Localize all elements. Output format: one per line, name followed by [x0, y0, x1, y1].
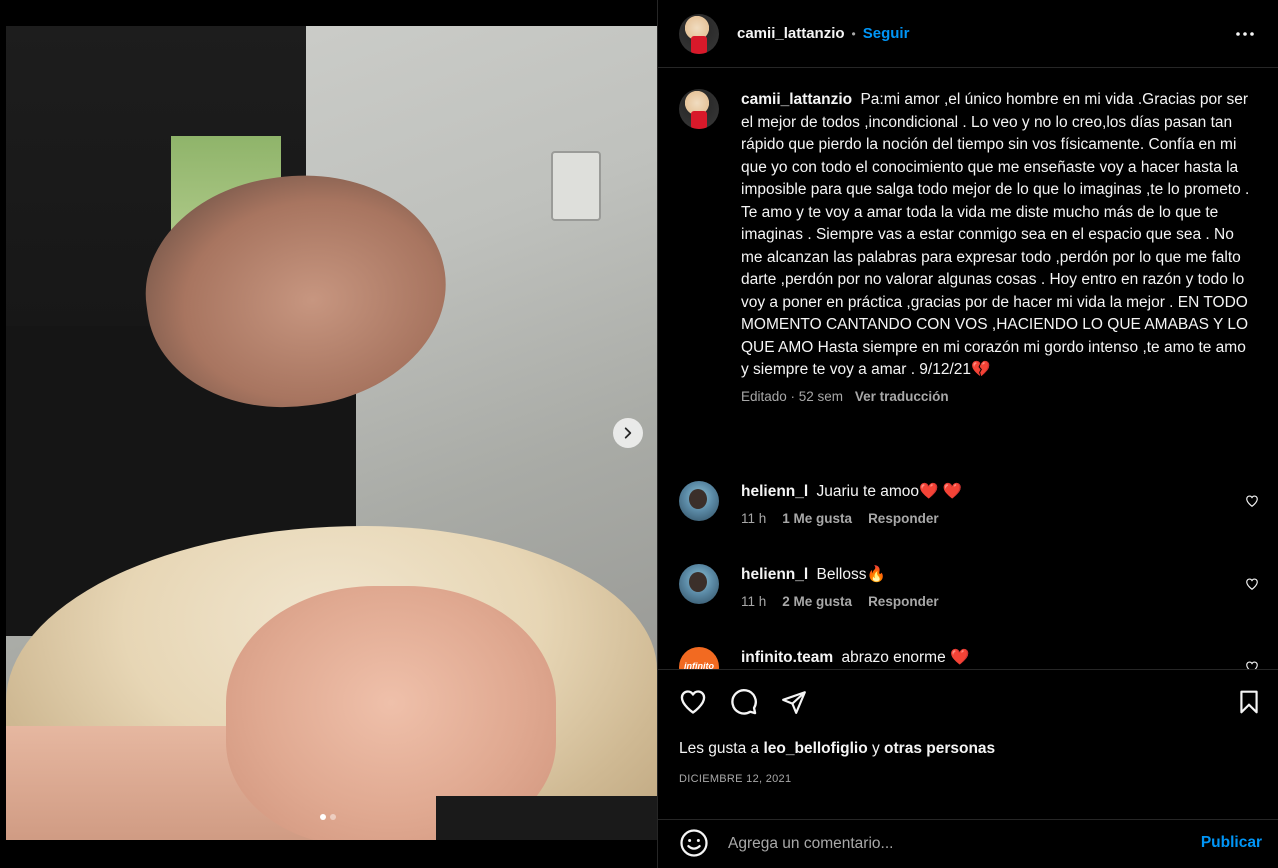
comment-likes-count[interactable]: 2 Me gusta	[782, 594, 852, 609]
comment-item: infinito infinito.team abrazo enorme ❤️	[679, 647, 1259, 669]
paper-plane-icon	[782, 691, 806, 714]
carousel-dot-active	[320, 814, 326, 820]
comment-username[interactable]: helienn_l	[741, 483, 808, 500]
comment-text-block: helienn_l Juariu te amoo❤️ ❤️	[741, 481, 1259, 503]
follow-button[interactable]: Seguir	[863, 25, 910, 42]
speech-bubble-icon	[731, 689, 757, 715]
photo-sun-visor-clip	[551, 151, 601, 221]
likes-prefix: Les gusta a	[679, 740, 760, 757]
comments-section[interactable]: camii_lattanzio Pa:mi amor ,el único hom…	[658, 69, 1278, 669]
comment-body: helienn_l Juariu te amoo❤️ ❤️ 11 h 1 Me …	[741, 481, 1259, 526]
comment-time: 11 h	[741, 594, 767, 609]
comment-item: helienn_l Belloss🔥 11 h 2 Me gusta Respo…	[679, 564, 1259, 609]
post-header: camii_lattanzio • Seguir	[658, 0, 1278, 68]
caption-username[interactable]: camii_lattanzio	[741, 91, 852, 108]
comment-text-block: helienn_l Belloss🔥	[741, 564, 1259, 586]
post-media-panel	[0, 0, 657, 868]
header-separator: •	[851, 26, 856, 41]
comment-like-heart-icon[interactable]	[1245, 494, 1259, 508]
chevron-right-icon	[624, 427, 632, 439]
comment-like-heart-icon[interactable]	[1245, 660, 1259, 669]
comment-item: helienn_l Juariu te amoo❤️ ❤️ 11 h 1 Me …	[679, 481, 1259, 526]
post-date: DICIEMBRE 12, 2021	[679, 773, 792, 785]
comment-time: 11 h	[741, 511, 767, 526]
caption-body: camii_lattanzio Pa:mi amor ,el único hom…	[741, 89, 1251, 404]
heart-icon	[680, 690, 706, 714]
liker-username[interactable]: leo_bellofiglio	[763, 740, 867, 757]
more-horizontal-icon	[1236, 32, 1254, 36]
comment-like-heart-icon[interactable]	[1245, 577, 1259, 591]
reply-button[interactable]: Responder	[868, 594, 939, 609]
comment-likes-count[interactable]: 1 Me gusta	[782, 511, 852, 526]
reply-button[interactable]: Responder	[868, 511, 939, 526]
caption-author-avatar[interactable]	[679, 89, 719, 129]
comment-meta: 11 h 2 Me gusta Responder	[741, 594, 1259, 609]
author-username[interactable]: camii_lattanzio	[737, 25, 845, 42]
post-photo[interactable]	[6, 26, 657, 840]
next-slide-button[interactable]	[613, 418, 643, 448]
see-translation-link[interactable]: Ver traducción	[855, 389, 949, 404]
publish-button[interactable]: Publicar	[1201, 834, 1262, 852]
comment-input[interactable]	[728, 832, 1168, 856]
carousel-dot	[330, 814, 336, 820]
post-actions: Les gusta a leo_bellofiglio y otras pers…	[658, 669, 1278, 819]
smiley-icon	[680, 829, 708, 857]
emoji-button[interactable]	[679, 828, 709, 858]
comment-text: abrazo enorme ❤️	[841, 649, 970, 666]
other-likers-link[interactable]: otras personas	[884, 740, 995, 757]
post-side-panel: camii_lattanzio • Seguir camii_lattanzio…	[657, 0, 1278, 868]
caption-meta: Editado · 52 sem Ver traducción	[741, 389, 1251, 404]
like-button[interactable]	[678, 687, 708, 717]
likes-joiner: y	[871, 740, 880, 757]
commenter-avatar[interactable]	[679, 564, 719, 604]
likes-summary: Les gusta a leo_bellofiglio y otras pers…	[679, 740, 995, 758]
comment-composer: Publicar	[658, 819, 1278, 868]
comment-username[interactable]: helienn_l	[741, 566, 808, 583]
brand-avatar-text: infinito	[684, 661, 714, 669]
comment-meta: 11 h 1 Me gusta Responder	[741, 511, 1259, 526]
post-caption: camii_lattanzio Pa:mi amor ,el único hom…	[679, 89, 1259, 404]
comment-text: Juariu te amoo❤️ ❤️	[816, 483, 962, 500]
share-button[interactable]	[779, 687, 809, 717]
more-options-button[interactable]	[1233, 22, 1257, 46]
comment-button[interactable]	[729, 687, 759, 717]
comment-body: infinito.team abrazo enorme ❤️	[741, 647, 1259, 669]
commenter-avatar[interactable]	[679, 481, 719, 521]
bookmark-icon	[1240, 690, 1258, 714]
caption-edited-time: Editado · 52 sem	[741, 388, 844, 404]
save-button[interactable]	[1234, 687, 1264, 717]
comment-username[interactable]: infinito.team	[741, 649, 833, 666]
comment-text-block: infinito.team abrazo enorme ❤️	[741, 647, 1259, 669]
author-avatar[interactable]	[679, 13, 719, 54]
comment-body: helienn_l Belloss🔥 11 h 2 Me gusta Respo…	[741, 564, 1259, 609]
photo-shirt	[436, 796, 657, 840]
comment-text: Belloss🔥	[816, 566, 886, 583]
caption-text-block: camii_lattanzio Pa:mi amor ,el único hom…	[741, 89, 1251, 382]
caption-text: Pa:mi amor ,el único hombre en mi vida .…	[741, 91, 1250, 378]
carousel-indicator	[320, 814, 336, 820]
commenter-avatar[interactable]: infinito	[679, 647, 719, 669]
